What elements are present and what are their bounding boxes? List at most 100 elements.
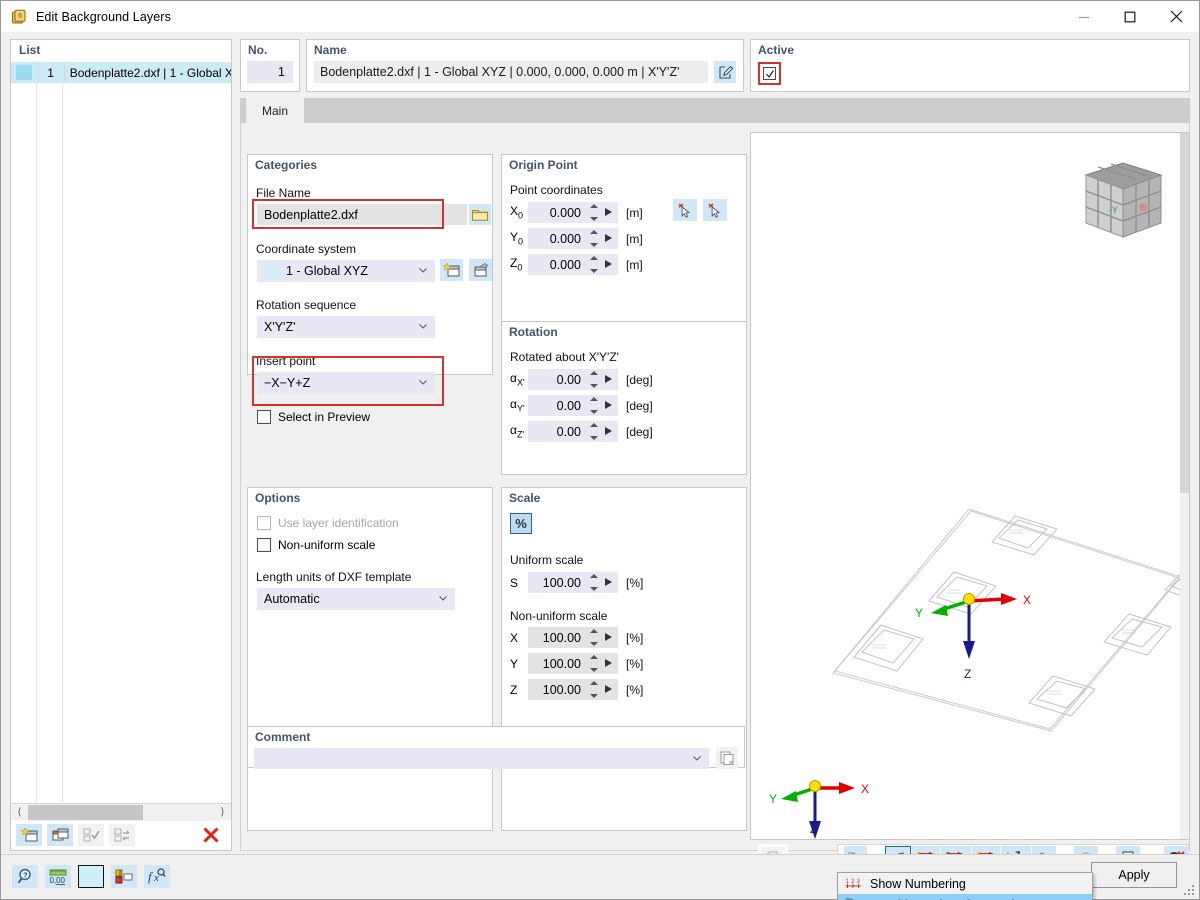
scale-x-unit: [%] [626, 631, 643, 645]
close-button[interactable] [1153, 1, 1199, 32]
new-layer-button[interactable] [16, 824, 42, 846]
edit-pencil-icon[interactable] [714, 61, 736, 83]
apply-button[interactable]: Apply [1091, 862, 1177, 888]
svg-text:00: 00 [56, 876, 65, 885]
rotation-sequence-value: X'Y'Z' [264, 320, 295, 334]
delete-layer-button[interactable] [198, 824, 224, 846]
pick-point-cursor-icon[interactable] [673, 199, 697, 221]
edit-coordinate-system-icon[interactable] [469, 259, 492, 281]
select-in-preview-checkbox[interactable] [257, 410, 271, 424]
scale-z-spinner[interactable] [589, 681, 598, 698]
preview-scroll-thumb[interactable] [1180, 133, 1189, 493]
file-name-input[interactable]: Bodenplatte2.dxf [257, 204, 467, 225]
scroll-track[interactable] [28, 804, 214, 821]
maximize-button[interactable] [1107, 1, 1153, 32]
scale-y-input[interactable]: 100.00 [528, 653, 618, 674]
new-coordinate-system-icon[interactable] [440, 259, 463, 281]
non-uniform-scale-row[interactable]: Non-uniform scale [257, 538, 375, 552]
select-in-preview-row[interactable]: Select in Preview [257, 410, 370, 424]
copy-icon[interactable] [716, 747, 738, 769]
file-name-label: File Name [256, 186, 311, 200]
active-checkbox-highlight [758, 62, 781, 85]
rotation-az-input[interactable]: 0.00 [528, 421, 618, 442]
preview-3d-view[interactable]: X Y Z X Y Z [751, 133, 1189, 839]
scroll-thumb[interactable] [28, 805, 143, 820]
scale-x-more-icon[interactable] [605, 633, 612, 641]
comment-input[interactable] [254, 748, 709, 769]
tab-main[interactable]: Main [246, 98, 304, 123]
rotation-az-spinner[interactable] [589, 423, 598, 440]
preview-canvas[interactable]: X Y Z X Y Z [751, 133, 1189, 839]
use-layer-identification-checkbox[interactable] [257, 516, 271, 530]
pick-point-cursor-icon-2[interactable] [703, 199, 727, 221]
origin-y-spinner[interactable] [589, 230, 598, 247]
rotation-ay-label: αY' [510, 397, 528, 413]
uniform-scale-input[interactable]: 100.00 [528, 572, 618, 593]
preview-vertical-scrollbar[interactable] [1180, 133, 1189, 839]
minimize-button[interactable] [1061, 1, 1107, 32]
list-item[interactable]: 1 Bodenplatte2.dxf | 1 - Global XYZ | ( [11, 62, 231, 83]
origin-z-spinner[interactable] [589, 256, 598, 273]
axis-z-label: Z [964, 667, 971, 681]
rotation-ax-spinner[interactable] [589, 371, 598, 388]
ruler-units-icon[interactable]: 0, 00 [45, 865, 71, 888]
scale-y-row: Y 100.00 [%] [510, 653, 643, 674]
invert-selection-button[interactable] [109, 824, 135, 846]
svg-text:-Y: -Y [1109, 205, 1118, 215]
number-value[interactable]: 1 [247, 61, 293, 83]
origin-y-unit: [m] [626, 232, 643, 246]
use-layer-identification-row[interactable]: Use layer identification [257, 516, 399, 530]
uniform-scale-field-label: S [510, 576, 528, 590]
folder-icon[interactable] [469, 204, 491, 225]
copy-layer-button[interactable] [47, 824, 73, 846]
rotation-ax-more-icon[interactable] [605, 375, 612, 383]
scale-x-input[interactable]: 100.00 [528, 627, 618, 648]
layer-settings-icon[interactable] [111, 865, 137, 888]
formula-fx-icon[interactable]: f x [144, 865, 170, 888]
rotation-ax-input[interactable]: 0.00 [528, 369, 618, 390]
scroll-left-icon[interactable]: ⟨ [11, 804, 28, 821]
resize-gripper[interactable] [1183, 884, 1195, 896]
scale-z-more-icon[interactable] [605, 685, 612, 693]
context-menu[interactable]: 1 2 3 Show Numbering [837, 872, 1093, 900]
name-input[interactable]: Bodenplatte2.dxf | 1 - Global XYZ | 0.00… [314, 61, 708, 83]
insert-point-label: Insert point [256, 354, 315, 368]
origin-x-spinner[interactable] [589, 204, 598, 221]
menu-item-graphic-settings[interactable]: Graphic Settings from Main Screen [838, 894, 1092, 900]
layer-list[interactable]: 1 Bodenplatte2.dxf | 1 - Global XYZ | ( [11, 62, 231, 803]
list-item-label: Bodenplatte2.dxf | 1 - Global XYZ | ( [65, 66, 231, 80]
coordinate-system-select[interactable]: 1 - Global XYZ [257, 260, 435, 282]
origin-y-more-icon[interactable] [605, 234, 612, 242]
uniform-scale-spinner[interactable] [589, 574, 598, 591]
scale-y-spinner[interactable] [589, 655, 598, 672]
length-units-select[interactable]: Automatic [257, 588, 455, 610]
rotation-ax-label: αX' [510, 371, 528, 387]
rotation-ay-input[interactable]: 0.00 [528, 395, 618, 416]
origin-x-more-icon[interactable] [605, 208, 612, 216]
rotation-ax-unit: [deg] [626, 373, 653, 387]
non-uniform-scale-checkbox[interactable] [257, 538, 271, 552]
uniform-scale-more-icon[interactable] [605, 578, 612, 586]
scroll-right-icon[interactable]: ⟩ [214, 804, 231, 821]
scale-x-spinner[interactable] [589, 629, 598, 646]
insert-point-select[interactable]: −X−Y+Z [257, 372, 435, 394]
color-swatch-icon[interactable] [78, 865, 104, 888]
origin-z-input[interactable]: 0.000 [528, 254, 618, 275]
menu-item-show-numbering[interactable]: 1 2 3 Show Numbering [838, 873, 1092, 894]
scale-y-more-icon[interactable] [605, 659, 612, 667]
scale-title: Scale [502, 488, 746, 505]
magnifier-question-icon[interactable]: ? [12, 865, 38, 888]
rotation-ay-more-icon[interactable] [605, 401, 612, 409]
origin-z-more-icon[interactable] [605, 260, 612, 268]
origin-x-input[interactable]: 0.000 [528, 202, 618, 223]
percent-toggle-button[interactable]: % [510, 513, 532, 534]
origin-y-input[interactable]: 0.000 [528, 228, 618, 249]
list-horizontal-scrollbar[interactable]: ⟨ ⟩ [11, 803, 231, 820]
rotation-sequence-select[interactable]: X'Y'Z' [257, 316, 435, 338]
rotation-az-more-icon[interactable] [605, 427, 612, 435]
rotation-ay-spinner[interactable] [589, 397, 598, 414]
scale-z-input[interactable]: 100.00 [528, 679, 618, 700]
select-all-button[interactable] [78, 824, 104, 846]
preview-panel[interactable]: X Y Z X Y Z [750, 132, 1190, 840]
active-checkbox[interactable] [763, 67, 776, 80]
